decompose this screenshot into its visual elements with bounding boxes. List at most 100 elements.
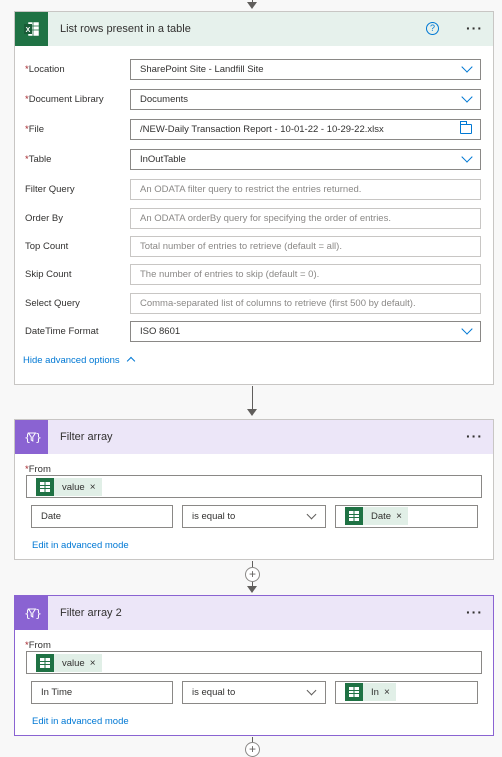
hide-advanced-label: Hide advanced options	[23, 355, 120, 366]
order-by-input[interactable]: An ODATA orderBy query for specifying th…	[130, 208, 481, 229]
more-options-button[interactable]: ···	[466, 605, 483, 619]
excel-icon	[36, 654, 54, 672]
order-by-value: An ODATA orderBy query for specifying th…	[140, 213, 391, 224]
chevron-down-icon	[461, 61, 473, 73]
field-label-text: Filter Query	[25, 184, 75, 195]
filter-query-input[interactable]: An ODATA filter query to restrict the en…	[130, 179, 481, 200]
add-step-button[interactable]: +	[245, 742, 260, 757]
from-label: *From	[25, 640, 51, 651]
excel-icon: X	[15, 12, 48, 46]
table-dropdown[interactable]: InOutTable	[130, 149, 481, 170]
from-input[interactable]: value ×	[26, 475, 482, 498]
in-token[interactable]: In ×	[345, 683, 396, 701]
filter-query-value: An ODATA filter query to restrict the en…	[140, 184, 362, 195]
card-title: Filter array	[60, 431, 113, 443]
help-icon[interactable]: ?	[426, 22, 439, 35]
filter-array-card: { } Filter array ··· *From value × Date …	[14, 419, 494, 560]
chevron-down-icon	[461, 323, 473, 335]
document-library-value: Documents	[140, 94, 189, 105]
filter-icon: { }	[15, 420, 48, 454]
operator-select[interactable]: is equal to	[182, 681, 326, 704]
arrow-down-icon	[247, 409, 257, 416]
token-label: value	[62, 657, 85, 669]
chevron-down-icon	[461, 91, 473, 103]
from-input[interactable]: value ×	[26, 651, 482, 674]
location-value: SharePoint Site - Landfill Site	[140, 64, 264, 75]
field-label-text: Skip Count	[25, 269, 72, 280]
document-library-dropdown[interactable]: Documents	[130, 89, 481, 110]
operator-select[interactable]: is equal to	[182, 505, 326, 528]
from-label-text: From	[28, 464, 51, 475]
list-rows-card: X List rows present in a table ? ··· *Lo…	[14, 11, 494, 385]
left-operand-input[interactable]: Date	[31, 505, 173, 528]
card-title: List rows present in a table	[60, 23, 191, 35]
right-operand-input[interactable]: In ×	[335, 681, 478, 704]
arrow-down-icon	[247, 2, 257, 9]
location-dropdown[interactable]: SharePoint Site - Landfill Site	[130, 59, 481, 80]
more-options-button[interactable]: ···	[466, 21, 483, 35]
right-operand-input[interactable]: Date ×	[335, 505, 478, 528]
excel-icon	[36, 478, 54, 496]
field-label: Skip Count	[25, 269, 71, 280]
skip-count-input[interactable]: The number of entries to skip (default =…	[130, 264, 481, 285]
hide-advanced-options-link[interactable]: Hide advanced options	[23, 355, 136, 366]
close-icon[interactable]: ×	[396, 506, 402, 527]
token-label: Date	[371, 510, 392, 522]
field-label-text: Top Count	[25, 241, 69, 252]
field-label: Select Query	[25, 298, 80, 309]
file-value: /NEW-Daily Transaction Report - 10-01-22…	[140, 124, 384, 135]
more-options-button[interactable]: ···	[466, 429, 483, 443]
edit-advanced-mode-link[interactable]: Edit in advanced mode	[32, 716, 129, 727]
filter-icon: { }	[15, 596, 48, 630]
chevron-up-icon	[127, 356, 136, 366]
field-label-text: Document Library	[28, 94, 104, 105]
close-icon[interactable]: ×	[90, 658, 96, 669]
filter-array-2-card-header[interactable]: { } Filter array 2 ···	[15, 596, 493, 630]
file-input[interactable]: /NEW-Daily Transaction Report - 10-01-22…	[130, 119, 481, 140]
field-label: Top Count	[25, 241, 68, 252]
table-value: InOutTable	[140, 154, 186, 165]
field-label: *Location	[25, 64, 65, 75]
svg-text:X: X	[25, 27, 30, 34]
select-query-input[interactable]: Comma-separated list of columns to retri…	[130, 293, 481, 314]
field-label-text: DateTime Format	[25, 326, 99, 337]
date-token[interactable]: Date ×	[345, 507, 408, 525]
close-icon[interactable]: ×	[384, 682, 390, 703]
list-rows-card-header[interactable]: X List rows present in a table ? ···	[15, 12, 493, 46]
excel-icon	[345, 507, 363, 525]
operator-label: is equal to	[192, 511, 236, 522]
field-label: *Document Library	[25, 94, 104, 105]
folder-icon[interactable]	[460, 121, 472, 134]
edit-advanced-mode-link[interactable]: Edit in advanced mode	[32, 540, 129, 551]
field-label-text: Select Query	[25, 298, 80, 309]
field-label: Filter Query	[25, 184, 75, 195]
arrow-down-icon	[247, 586, 257, 593]
filter-array-2-card: { } Filter array 2 ··· *From value × In …	[14, 595, 494, 736]
filter-array-card-header[interactable]: { } Filter array ···	[15, 420, 493, 454]
close-icon[interactable]: ×	[90, 482, 96, 493]
field-label: *Table	[25, 154, 51, 165]
select-query-value: Comma-separated list of columns to retri…	[140, 298, 416, 309]
token-label: In	[371, 686, 379, 698]
skip-count-value: The number of entries to skip (default =…	[140, 269, 320, 280]
left-operand-input[interactable]: In Time	[31, 681, 173, 704]
top-count-input[interactable]: Total number of entries to retrieve (def…	[130, 236, 481, 257]
operator-label: is equal to	[192, 687, 236, 698]
datetime-format-dropdown[interactable]: ISO 8601	[130, 321, 481, 342]
chevron-down-icon	[461, 151, 473, 163]
field-label-text: Location	[28, 64, 65, 75]
field-label: *File	[25, 124, 44, 135]
chevron-down-icon	[306, 685, 317, 696]
field-label-text: File	[28, 124, 45, 135]
field-label: Order By	[25, 213, 63, 224]
add-step-button[interactable]: +	[245, 567, 260, 582]
field-label-text: Order By	[25, 213, 64, 224]
excel-icon	[345, 683, 363, 701]
value-token[interactable]: value ×	[36, 478, 102, 496]
field-label: DateTime Format	[25, 326, 99, 337]
value-token[interactable]: value ×	[36, 654, 102, 672]
token-label: value	[62, 481, 85, 493]
card-title: Filter array 2	[60, 607, 122, 619]
from-label-text: From	[28, 640, 51, 651]
field-label-text: Table	[28, 154, 52, 165]
